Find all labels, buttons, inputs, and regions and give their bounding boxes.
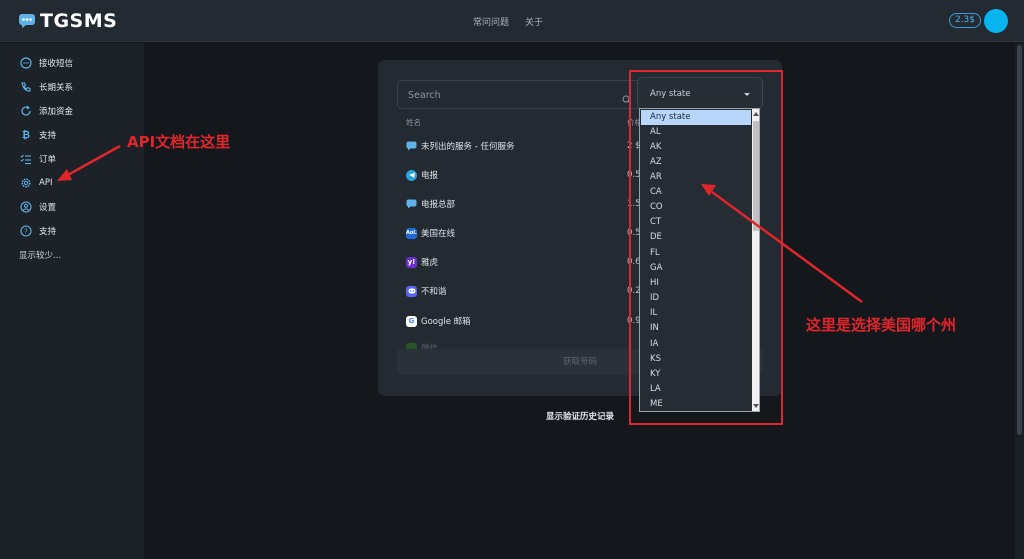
- sidebar-item-long-term[interactable]: 长期关系: [20, 79, 73, 95]
- nav-faq[interactable]: 常问问题: [473, 15, 509, 28]
- sidebar-item-label: 订单: [39, 155, 57, 165]
- svg-text:?: ?: [24, 228, 28, 236]
- google-icon: G: [406, 315, 417, 327]
- user-icon: [20, 201, 32, 213]
- sidebar-item-receive-sms[interactable]: 接收短信: [20, 55, 73, 71]
- service-row[interactable]: 电报总部: [406, 197, 455, 211]
- page-scroll-thumb[interactable]: [1017, 45, 1022, 435]
- service-name: 未列出的服务 - 任何服务: [421, 142, 515, 152]
- service-name: Google 邮箱: [421, 317, 471, 327]
- show-less-link[interactable]: 显示较少...: [19, 249, 61, 261]
- gear-icon: [20, 177, 32, 189]
- sidebar-item-api[interactable]: API: [20, 175, 52, 191]
- service-name: 电报总部: [421, 200, 456, 210]
- sidebar-item-label: API: [39, 178, 53, 188]
- logo[interactable]: TGSMS: [18, 10, 117, 32]
- telegram-icon: [406, 169, 417, 181]
- service-row[interactable]: 不和谐: [406, 284, 447, 298]
- annotation-highlight-box: [629, 70, 783, 425]
- sidebar-item-orders[interactable]: 订单: [20, 151, 56, 167]
- avatar[interactable]: [984, 9, 1008, 33]
- service-name: 美国在线: [421, 229, 456, 239]
- chat-icon: [20, 57, 32, 69]
- service-row[interactable]: G Google 邮箱: [406, 314, 471, 328]
- chat-bubble-icon: [406, 199, 417, 210]
- sidebar-item-label: 设置: [39, 203, 57, 213]
- aol-icon: Aol.: [406, 227, 417, 239]
- chat-bubble-icon: [406, 141, 417, 152]
- service-row[interactable]: y! 雅虎: [406, 255, 438, 269]
- show-history-link[interactable]: 显示验证历史记录: [546, 410, 614, 422]
- phone-icon: [20, 81, 32, 93]
- service-row[interactable]: Aol. 美国在线: [406, 226, 455, 240]
- sidebar: 接收短信 长期关系 添加资金 ₿ 支持 订单 API 设置 ? 支持 显示较少.…: [0, 43, 144, 559]
- annotation-state-note: 这里是选择美国哪个州: [806, 316, 957, 334]
- logo-chat-icon: [18, 13, 36, 29]
- sidebar-item-label: 添加资金: [39, 107, 74, 117]
- service-row[interactable]: 电报: [406, 168, 438, 182]
- balance-badge[interactable]: 2.3$: [949, 13, 981, 28]
- service-name: 电报: [421, 171, 439, 181]
- logo-text: TGSMS: [40, 10, 118, 32]
- sidebar-item-add-funds[interactable]: 添加资金: [20, 103, 73, 119]
- list-icon: [20, 153, 32, 165]
- nav-about[interactable]: 关于: [525, 15, 543, 28]
- service-name: 不和谐: [421, 287, 447, 297]
- search-placeholder: Search: [408, 90, 441, 101]
- bitcoin-icon: ₿: [21, 129, 31, 141]
- annotation-api-note: API文档在这里: [127, 133, 231, 151]
- search-input[interactable]: Search: [397, 80, 641, 109]
- top-header: TGSMS 常问问题 关于 2.3$: [0, 0, 1024, 42]
- refresh-icon: [20, 105, 32, 117]
- sidebar-item-support-crypto[interactable]: ₿ 支持: [20, 127, 56, 143]
- column-header-name: 姓名: [406, 118, 421, 127]
- service-name: 雅虎: [421, 258, 439, 268]
- help-icon: ?: [20, 225, 32, 237]
- discord-icon: [406, 285, 417, 297]
- yahoo-icon: y!: [406, 256, 417, 268]
- sidebar-item-settings[interactable]: 设置: [20, 199, 56, 215]
- sidebar-item-label: 支持: [39, 227, 57, 237]
- sidebar-item-support[interactable]: ? 支持: [20, 223, 56, 239]
- sidebar-item-label: 长期关系: [39, 83, 74, 93]
- service-row[interactable]: 未列出的服务 - 任何服务: [406, 139, 514, 153]
- sidebar-item-label: 接收短信: [39, 59, 74, 69]
- page-scrollbar[interactable]: [1015, 43, 1024, 559]
- sidebar-item-label: 支持: [39, 131, 57, 141]
